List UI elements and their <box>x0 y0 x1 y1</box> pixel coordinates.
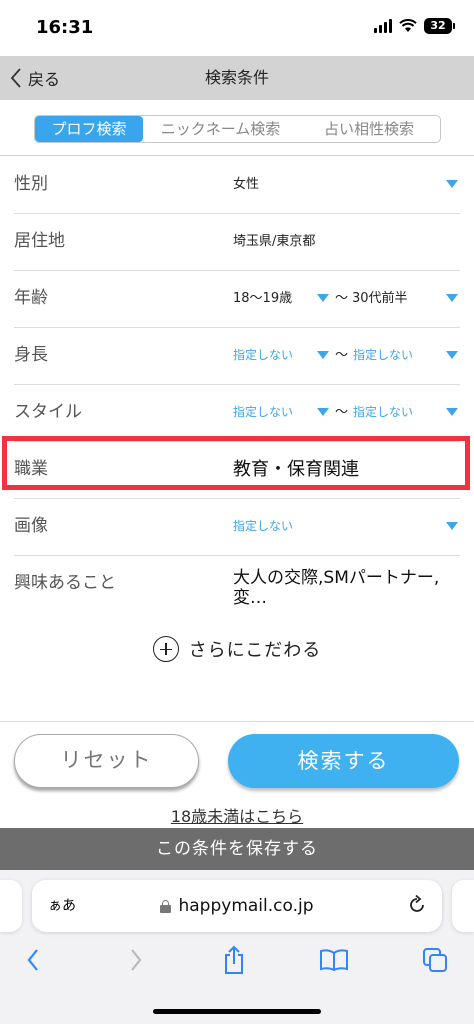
back-button[interactable]: 戻る <box>10 56 60 100</box>
gender-select[interactable]: 女性 <box>233 157 259 212</box>
search-mode-tabs: プロフ検索 ニックネーム検索 占い相性検索 <box>34 115 441 143</box>
style-from-select[interactable]: 指定しない <box>233 385 293 440</box>
address-bar[interactable]: ぁあ happymail.co.jp <box>32 880 442 932</box>
dropdown-arrow-icon <box>317 294 329 302</box>
battery-icon: 32 <box>424 18 455 34</box>
dropdown-arrow-icon <box>317 351 329 359</box>
next-tab-peek[interactable] <box>452 880 474 932</box>
previous-tab-peek[interactable] <box>0 880 22 932</box>
more-conditions-button[interactable]: さらにこだわる <box>0 632 474 666</box>
age-to-select[interactable]: 30代前半 <box>352 271 408 326</box>
age-from-select[interactable]: 18〜19歳 <box>233 271 292 326</box>
row-image[interactable]: 画像 指定しない <box>0 499 474 556</box>
under18-link-wrap: 18歳未満はこちら <box>0 803 474 827</box>
height-to-select[interactable]: 指定しない <box>353 328 413 383</box>
dropdown-arrow-icon <box>446 294 458 302</box>
row-age: 年齢 18〜19歳 〜 30代前半 <box>0 271 474 328</box>
dropdown-arrow-icon <box>446 408 458 416</box>
search-conditions-list: 性別 女性 居住地 埼玉県/東京都 年齢 18〜19歳 〜 30代前半 身長 指… <box>0 157 474 622</box>
status-bar: 16:31 32 <box>0 0 474 56</box>
tab-profile-search[interactable]: プロフ検索 <box>35 116 143 142</box>
divider <box>0 721 474 722</box>
row-gender[interactable]: 性別 女性 <box>0 157 474 214</box>
url-text: happymail.co.jp <box>178 896 314 916</box>
row-style: スタイル 指定しない 〜 指定しない <box>0 385 474 442</box>
url-display: happymail.co.jp <box>32 880 442 932</box>
lock-icon <box>160 899 172 913</box>
row-label-gender: 性別 <box>14 174 48 194</box>
dropdown-arrow-icon <box>446 351 458 359</box>
bookmarks-button[interactable] <box>316 942 352 978</box>
row-label-residence: 居住地 <box>14 231 65 251</box>
plus-circle-icon <box>152 636 179 662</box>
interest-value[interactable]: 大人の交際,SMパートナー,変… <box>233 568 453 608</box>
row-label-style: スタイル <box>14 402 82 422</box>
tab-fortune-search[interactable]: 占い相性検索 <box>298 116 440 142</box>
tabs-button[interactable] <box>417 942 453 978</box>
back-nav-button[interactable] <box>15 942 51 978</box>
save-conditions-button[interactable]: この条件を保存する <box>0 828 474 870</box>
status-icons: 32 <box>374 18 455 34</box>
row-height: 身長 指定しない 〜 指定しない <box>0 328 474 385</box>
more-conditions-label: さらにこだわる <box>188 640 322 661</box>
browser-toolbar <box>0 942 474 978</box>
tab-nickname-search[interactable]: ニックネーム検索 <box>143 116 298 142</box>
share-button[interactable] <box>216 942 252 978</box>
image-select[interactable]: 指定しない <box>233 499 293 554</box>
search-button[interactable]: 検索する <box>228 734 459 788</box>
cellular-signal-icon <box>374 19 392 33</box>
under18-link[interactable]: 18歳未満はこちら <box>171 807 303 826</box>
row-label-height: 身長 <box>14 345 48 365</box>
row-label-age: 年齢 <box>14 288 48 308</box>
back-label: 戻る <box>28 70 61 89</box>
reload-icon[interactable] <box>406 894 428 916</box>
chevron-left-icon <box>10 68 21 88</box>
row-residence[interactable]: 居住地 埼玉県/東京都 <box>0 214 474 271</box>
row-label-interest: 興味あること <box>14 573 116 593</box>
height-from-select[interactable]: 指定しない <box>233 328 293 383</box>
highlight-frame <box>2 436 470 490</box>
status-time: 16:31 <box>36 17 94 38</box>
forward-nav-button[interactable] <box>118 942 154 978</box>
chevron-left-icon <box>27 949 38 971</box>
dropdown-arrow-icon <box>317 408 329 416</box>
chevron-right-icon <box>131 949 142 971</box>
home-indicator <box>153 1009 321 1014</box>
dropdown-arrow-icon <box>446 180 458 188</box>
reset-button[interactable]: リセット <box>14 734 199 788</box>
range-separator: 〜 <box>335 348 349 363</box>
residence-value[interactable]: 埼玉県/東京都 <box>233 214 315 269</box>
row-interest[interactable]: 興味あること 大人の交際,SMパートナー,変… <box>0 556 474 622</box>
row-label-image: 画像 <box>14 516 48 536</box>
page-title: 検索条件 <box>204 68 269 87</box>
range-separator: 〜 <box>335 291 349 306</box>
style-to-select[interactable]: 指定しない <box>353 385 413 440</box>
browser-chrome: ぁあ happymail.co.jp <box>0 870 474 1024</box>
book-icon <box>320 949 348 972</box>
tabs-icon <box>423 948 447 972</box>
wifi-icon <box>399 19 417 32</box>
search-mode-tabs-area: プロフ検索 ニックネーム検索 占い相性検索 <box>0 100 474 156</box>
range-separator: 〜 <box>335 405 349 420</box>
share-icon <box>225 945 243 974</box>
nav-header: 戻る 検索条件 <box>0 56 474 100</box>
dropdown-arrow-icon <box>446 522 458 530</box>
